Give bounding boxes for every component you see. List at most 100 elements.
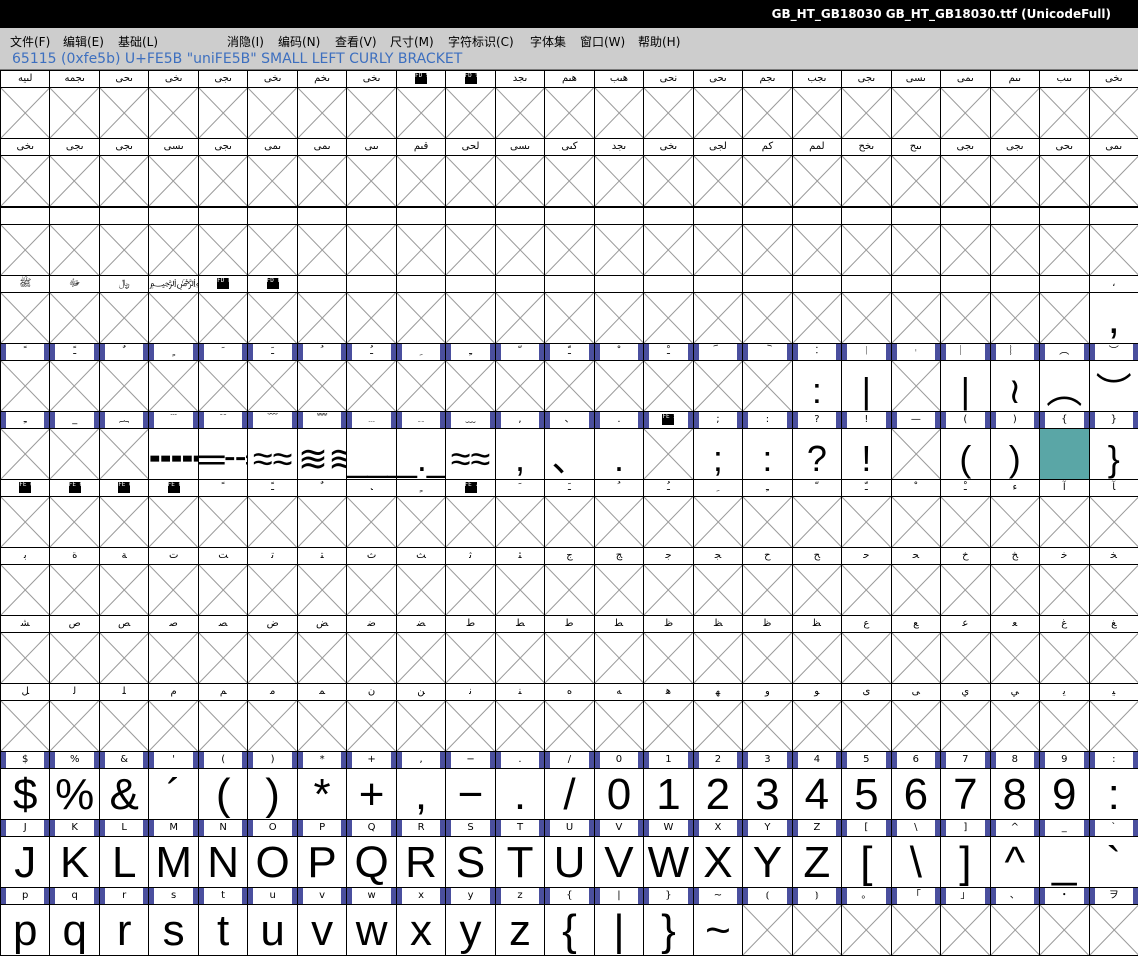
glyph-cell[interactable]: كىى	[544, 138, 595, 207]
glyph-cell[interactable]	[395, 207, 447, 276]
glyph-cell[interactable]: [[	[841, 819, 892, 888]
glyph-cell[interactable]: ::	[1088, 751, 1138, 820]
glyph-cell[interactable]: 99	[1039, 751, 1090, 820]
glyph-cell[interactable]: ﺹ	[49, 615, 100, 684]
glyph-cell[interactable]: ىسى	[148, 138, 199, 207]
glyph-cell[interactable]	[692, 275, 744, 344]
glyph-cell[interactable]: KK	[49, 819, 100, 888]
glyph-cell[interactable]	[98, 207, 150, 276]
glyph-cell[interactable]: ﺠ	[692, 547, 744, 616]
glyph-cell[interactable]: ىجد	[494, 70, 546, 139]
glyph-cell[interactable]: ⦅	[742, 887, 793, 956]
glyph-cell[interactable]: 22	[692, 751, 744, 820]
glyph-cell[interactable]: yy	[445, 887, 496, 956]
glyph-cell[interactable]: ﻴ	[1088, 683, 1138, 752]
glyph-cell[interactable]: ﻩ	[544, 683, 595, 752]
glyph-cell[interactable]: }}	[643, 887, 694, 956]
glyph-cell[interactable]: ﺢ	[791, 547, 843, 616]
glyph-cell[interactable]: ﻡ	[148, 683, 199, 752]
glyph-cell[interactable]: ww	[346, 887, 397, 956]
glyph-cell[interactable]: + +	[346, 751, 397, 820]
glyph-cell[interactable]: NN	[197, 819, 249, 888]
glyph-cell[interactable]: FE 6F	[148, 479, 199, 548]
glyph-cell[interactable]: ﺝ	[544, 547, 595, 616]
glyph-cell[interactable]: tt	[197, 887, 249, 956]
glyph-cell[interactable]: —	[890, 411, 942, 480]
glyph-cell[interactable]: − −	[445, 751, 496, 820]
glyph-cell[interactable]: ﹎ _._	[395, 411, 447, 480]
glyph-cell[interactable]	[890, 207, 942, 276]
glyph-cell[interactable]: ﺽ	[247, 615, 298, 684]
glyph-cell[interactable]: WW	[643, 819, 694, 888]
glyph-cell[interactable]: ﻅ	[643, 615, 694, 684]
glyph-cell[interactable]: ﹽ	[544, 343, 595, 412]
glyph-cell[interactable]	[1039, 275, 1090, 344]
glyph-cell[interactable]: ىسى	[494, 138, 546, 207]
glyph-cell[interactable]	[445, 275, 496, 344]
glyph-cell[interactable]: !!	[841, 411, 892, 480]
glyph-cell[interactable]: 、	[989, 887, 1041, 956]
glyph-cell[interactable]: ss	[148, 887, 199, 956]
glyph-cell[interactable]: ﹏ ≈≈	[445, 411, 496, 480]
glyph-cell[interactable]: ︶ ︶	[1088, 343, 1138, 412]
glyph-cell[interactable]: ىحى	[98, 70, 150, 139]
glyph-cell[interactable]	[643, 275, 694, 344]
glyph-cell[interactable]: ﻢ	[197, 683, 249, 752]
glyph-cell[interactable]	[940, 275, 991, 344]
glyph-cell[interactable]: qq	[49, 887, 100, 956]
glyph-cell[interactable]: ((	[197, 751, 249, 820]
glyph-cell[interactable]: ىسى	[890, 70, 942, 139]
glyph-cell[interactable]: ︵ ︵	[1039, 343, 1090, 412]
glyph-cell[interactable]: ﺡ	[742, 547, 793, 616]
glyph-cell[interactable]: XX	[692, 819, 744, 888]
glyph-cell[interactable]	[395, 275, 447, 344]
glyph-cell[interactable]	[643, 207, 694, 276]
glyph-cell[interactable]: ﷺ	[0, 275, 51, 344]
glyph-cell[interactable]: ZZ	[791, 819, 843, 888]
glyph-cell[interactable]: JJ	[0, 819, 51, 888]
glyph-cell[interactable]: ﻈ	[791, 615, 843, 684]
glyph-cell[interactable]: ﻬ	[692, 683, 744, 752]
menu-metrics[interactable]: 尺寸(M)	[390, 33, 434, 50]
glyph-cell[interactable]: FD FE	[197, 275, 249, 344]
glyph-cell[interactable]: pp	[0, 887, 51, 956]
glyph-cell[interactable]: ﻪ	[593, 683, 645, 752]
glyph-cell[interactable]: FE 6E	[98, 479, 150, 548]
glyph-cell[interactable]: 11	[643, 751, 694, 820]
glyph-cell[interactable]: vv	[296, 887, 348, 956]
menu-window[interactable]: 窗口(W)	[580, 33, 625, 50]
glyph-cell[interactable]: ﹹ	[346, 343, 397, 412]
glyph-cell[interactable]: ﹾ	[890, 479, 942, 548]
glyph-cell[interactable]: YY	[742, 819, 793, 888]
glyph-cell[interactable]	[890, 275, 942, 344]
glyph-cell[interactable]: ..	[593, 411, 645, 480]
glyph-cell[interactable]: ﺘ	[296, 547, 348, 616]
glyph-cell[interactable]: ﻌ	[989, 615, 1041, 684]
glyph-cell[interactable]: PP	[296, 819, 348, 888]
glyph-cell[interactable]: ىخى	[346, 70, 397, 139]
glyph-cell[interactable]	[1088, 207, 1138, 276]
glyph-cell[interactable]: ﻥ	[346, 683, 397, 752]
menu-hints[interactable]: 消隐(I)	[227, 33, 264, 50]
glyph-cell[interactable]: ﻋ	[940, 615, 991, 684]
glyph-cell[interactable]: ﹶ	[494, 479, 546, 548]
glyph-cell[interactable]: ヲ	[1088, 887, 1138, 956]
glyph-cell[interactable]: ﹺ	[395, 343, 447, 412]
menu-mm[interactable]: 字体集	[530, 33, 566, 50]
glyph-cell[interactable]: ﻭ	[742, 683, 793, 752]
glyph-cell[interactable]	[692, 207, 744, 276]
glyph-cell[interactable]: ]]	[940, 819, 991, 888]
glyph-cell[interactable]: ` `	[1088, 819, 1138, 888]
glyph-cell[interactable]: ﹿ	[940, 479, 991, 548]
glyph-cell[interactable]: ﻳ	[1039, 683, 1090, 752]
glyph-cell[interactable]: ﻤ	[296, 683, 348, 752]
glyph-cell[interactable]: ىمى	[296, 138, 348, 207]
glyph-cell[interactable]: FD 90	[395, 70, 447, 139]
glyph-cell[interactable]: ﹶ	[197, 343, 249, 412]
glyph-cell[interactable]: ىجى	[989, 138, 1041, 207]
glyph-cell[interactable]: ﹼ	[791, 479, 843, 548]
menu-help[interactable]: 帮助(H)	[638, 33, 680, 50]
glyph-cell[interactable]: _ _	[1039, 819, 1090, 888]
glyph-cell[interactable]: ،,	[1088, 275, 1138, 344]
glyph-cell[interactable]: TT	[494, 819, 546, 888]
